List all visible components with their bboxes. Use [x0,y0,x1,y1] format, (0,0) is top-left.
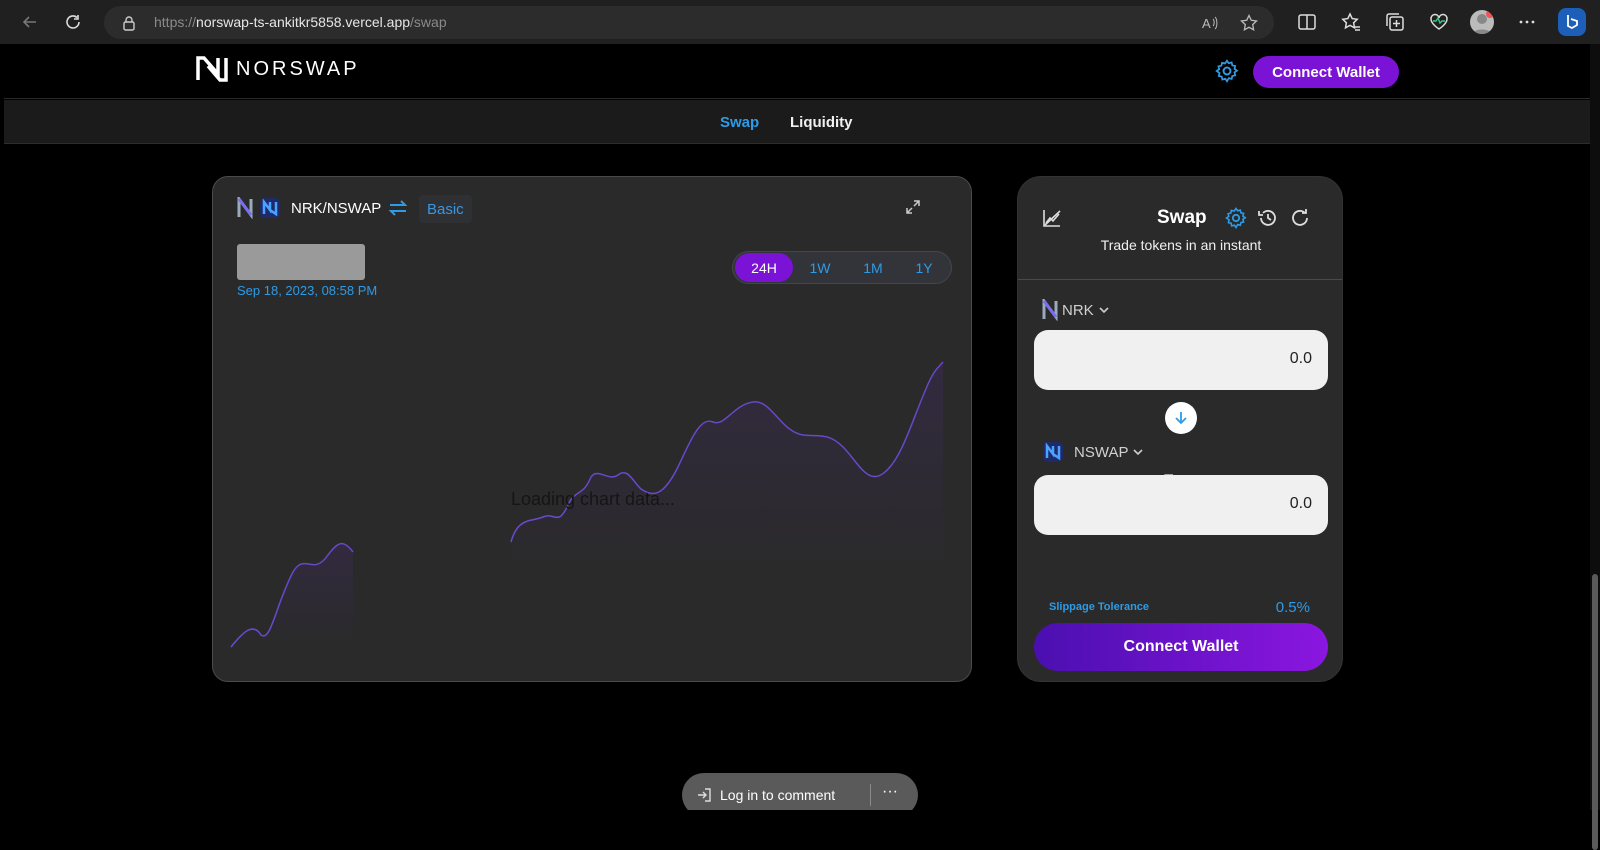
browser-toolbar: https://norswap-ts-ankitkr5858.vercel.ap… [0,0,1600,44]
settings-gear-icon[interactable] [1214,58,1240,84]
range-24h-button[interactable]: 24H [735,253,793,282]
logo-text: NORSWAP [236,57,360,80]
slippage-label: Slippage Tolerance [1049,601,1150,613]
lock-icon [123,16,135,31]
range-1w-button[interactable]: 1W [793,253,847,282]
flip-tokens-button[interactable] [1165,402,1197,434]
time-range-selector: 24H 1W 1M 1Y [732,251,952,284]
price-placeholder [237,244,365,280]
profile-status-dot [1486,10,1494,18]
to-token-label: NSWAP [1074,443,1129,461]
arrow-down-icon [1175,412,1187,425]
nswap-token-icon [1043,442,1063,462]
nrk-token-icon [237,197,253,219]
page-scrollbar[interactable] [1590,44,1600,850]
to-amount-value: 0.0 [1289,495,1312,512]
address-bar[interactable]: https://norswap-ts-ankitkr5858.vercel.ap… [104,6,1274,39]
reload-button[interactable] [61,10,85,34]
loading-text: Loading chart data... [510,489,676,509]
expand-icon[interactable] [905,199,921,215]
swap-settings-icon[interactable] [1224,206,1248,230]
swap-title: Swap [1157,207,1207,228]
nswap-token-icon [260,198,280,218]
from-token-label: NRK [1062,301,1094,319]
pair-label: NRK/NSWAP [291,199,382,217]
scrollbar-thumb[interactable] [1592,574,1598,850]
read-aloud-icon[interactable]: A [1201,14,1219,32]
browser-essentials-icon[interactable] [1428,11,1450,33]
from-amount-input[interactable]: 0.0 [1034,330,1328,390]
history-icon[interactable] [1257,207,1279,229]
favorite-star-icon[interactable] [1240,14,1258,32]
more-options-icon[interactable] [1516,11,1538,33]
copilot-button[interactable] [1558,8,1586,36]
chart-date: Sep 18, 2023, 08:58 PM [237,283,378,298]
svg-text:A: A [1202,16,1211,31]
refresh-icon[interactable] [1289,207,1311,229]
swap-card: Swap Trade tokens in an instant NRK 0.0 … [1017,176,1343,682]
from-token-selector[interactable]: NRK [1042,299,1110,321]
site-header: NORSWAP Connect Wallet [4,44,1590,99]
login-icon [698,788,711,802]
tab-swap[interactable]: Swap [720,114,759,131]
login-to-comment-button[interactable]: Log in to comment [696,787,835,803]
swap-connect-wallet-button[interactable]: Connect Wallet [1034,623,1328,671]
tab-liquidity[interactable]: Liquidity [790,114,853,131]
swap-header: Swap Trade tokens in an instant [1018,177,1342,280]
copilot-icon [1567,15,1578,30]
swap-subtitle: Trade tokens in an instant [1100,237,1262,253]
connect-wallet-button[interactable]: Connect Wallet [1253,56,1399,88]
from-amount-value: 0.0 [1289,350,1312,367]
swap-direction-icon[interactable] [388,199,408,217]
logo[interactable]: NORSWAP [196,56,360,82]
url-text: https://norswap-ts-ankitkr5858.vercel.ap… [154,14,447,30]
to-amount-input[interactable]: 0.0 [1034,475,1328,535]
range-1m-button[interactable]: 1M [847,253,899,282]
split-screen-icon[interactable] [1296,11,1318,33]
back-button[interactable] [18,10,42,34]
sub-navigation: Swap Liquidity [4,100,1590,144]
chart-mode-button[interactable]: Basic [419,195,472,223]
login-label: Log in to comment [720,787,836,803]
norswap-logo-icon [196,56,228,82]
chevron-down-icon [1133,449,1144,456]
profile-avatar[interactable] [1470,10,1494,34]
chevron-down-icon [1099,307,1109,314]
divider [870,784,871,806]
slippage-value[interactable]: 0.5% [1276,599,1310,616]
nrk-token-icon [1042,299,1058,321]
comment-toolbar: Log in to comment ··· [682,773,918,810]
to-token-selector[interactable]: NSWAP [1042,441,1144,463]
trading-pair[interactable]: NRK/NSWAP [237,197,381,219]
more-options-button[interactable]: ··· [882,783,898,801]
range-1y-button[interactable]: 1Y [899,253,949,282]
back-arrow-icon [22,16,36,28]
hide-chart-icon[interactable] [1042,208,1062,228]
page-content: NORSWAP Connect Wallet Swap Liquidity NR… [4,44,1590,810]
reload-icon [66,15,80,29]
collections-icon[interactable] [1384,11,1406,33]
favorites-icon[interactable] [1340,11,1362,33]
price-chart-card: NRK/NSWAP Basic Sep 18, 2023, 08:58 PM 2… [212,176,972,682]
